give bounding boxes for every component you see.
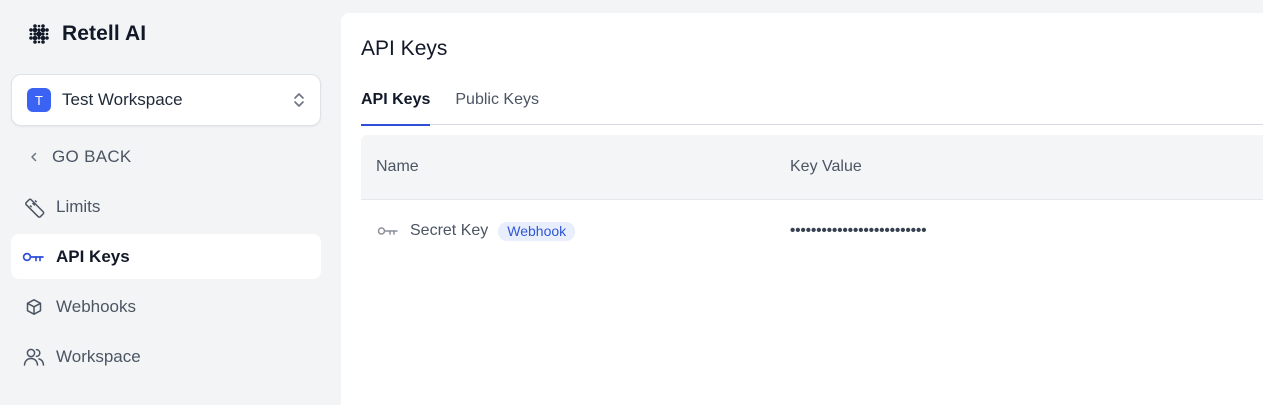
key-icon bbox=[22, 245, 46, 269]
sidebar-item-limits[interactable]: Limits bbox=[11, 184, 321, 229]
sidebar-item-label: API Keys bbox=[56, 246, 130, 266]
tab-api-keys[interactable]: API Keys bbox=[361, 86, 431, 126]
sidebar-item-label: Workspace bbox=[56, 346, 141, 366]
sidebar-item-api-keys[interactable]: API Keys bbox=[11, 234, 321, 279]
chevron-up-down-icon bbox=[292, 90, 306, 110]
brand-name: Retell AI bbox=[62, 22, 147, 45]
tab-public-keys[interactable]: Public Keys bbox=[455, 86, 539, 125]
column-header-name: Name bbox=[376, 158, 419, 175]
cube-icon bbox=[22, 295, 46, 319]
sidebar: Retell AI T Test Workspace GO BACK Limit bbox=[0, 0, 340, 405]
sidebar-item-webhooks[interactable]: Webhooks bbox=[11, 284, 321, 329]
masked-key-value[interactable]: •••••••••••••••••••••••••• bbox=[790, 222, 927, 239]
table-header: Name Key Value bbox=[361, 135, 1263, 200]
key-name: Secret Key bbox=[410, 222, 489, 239]
column-header-key-value: Key Value bbox=[790, 158, 862, 175]
key-icon bbox=[376, 221, 400, 241]
workspace-avatar: T bbox=[27, 88, 51, 112]
key-value-cell: •••••••••••••••••••••••••• bbox=[790, 222, 1263, 240]
webhook-badge: Webhook bbox=[498, 221, 576, 241]
main-panel: API Keys API Keys Public Keys Name Key V… bbox=[341, 13, 1263, 405]
go-back-label: GO BACK bbox=[52, 146, 132, 166]
chevron-left-icon bbox=[22, 145, 46, 169]
brand[interactable]: Retell AI bbox=[26, 20, 146, 48]
retell-logo-icon bbox=[26, 21, 52, 47]
name-cell: Secret Key Webhook bbox=[361, 221, 790, 241]
table-row[interactable]: Secret Key Webhook •••••••••••••••••••••… bbox=[361, 200, 1263, 262]
users-icon bbox=[22, 345, 46, 369]
api-keys-table: Name Key Value Secret Key Webhook ••••••… bbox=[361, 135, 1263, 262]
sidebar-nav: GO BACK Limits API Keys Webhooks Workspa… bbox=[11, 134, 321, 384]
go-back-link[interactable]: GO BACK bbox=[11, 134, 321, 179]
sidebar-item-label: Webhooks bbox=[56, 296, 137, 316]
sidebar-item-workspace[interactable]: Workspace bbox=[11, 334, 321, 379]
workspace-switcher[interactable]: T Test Workspace bbox=[11, 74, 321, 126]
sidebar-item-label: Limits bbox=[56, 196, 101, 216]
workspace-name: Test Workspace bbox=[62, 90, 183, 109]
tab-bar: API Keys Public Keys bbox=[361, 86, 1263, 126]
ruler-icon bbox=[22, 195, 46, 219]
page-title: API Keys bbox=[361, 37, 448, 60]
